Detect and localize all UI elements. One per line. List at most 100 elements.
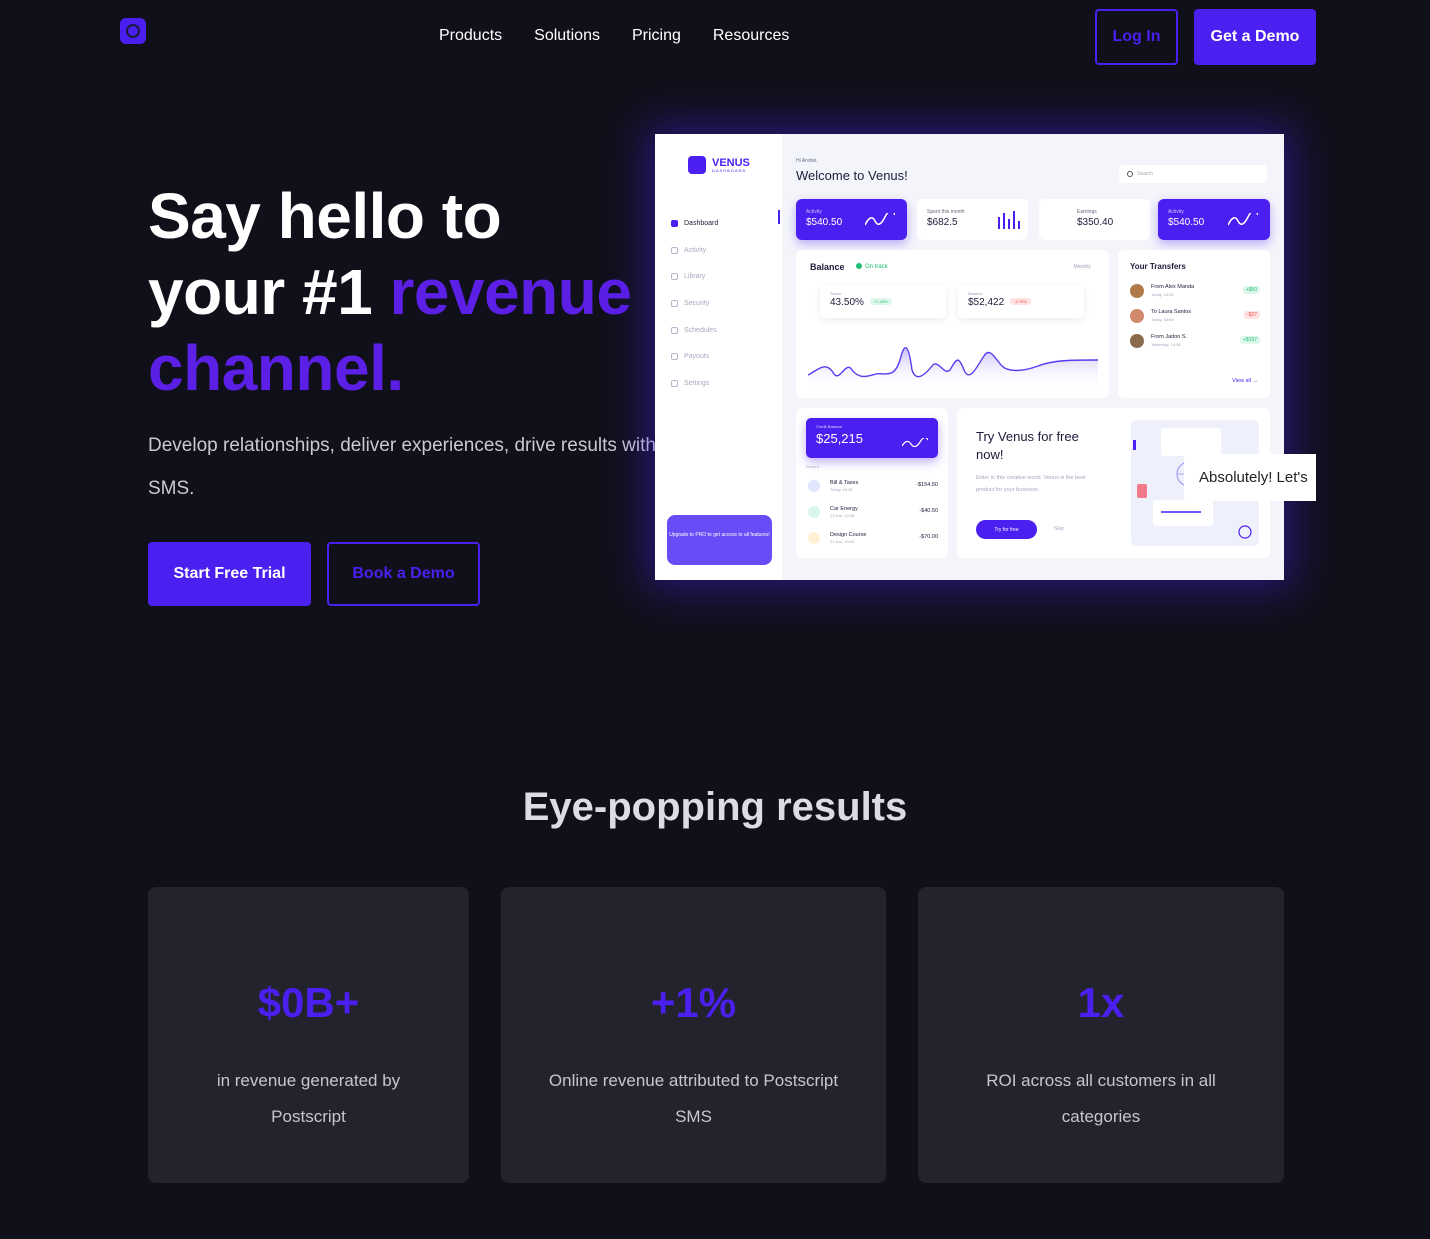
try-free-button: Try for free <box>976 520 1037 539</box>
recent-item: Bill & Taxes Today, 16:36 -$154.50 <box>808 478 938 498</box>
result-description: ROI across all customers in all categori… <box>986 1071 1216 1126</box>
menu-label: Dashboard <box>684 219 719 227</box>
hero-title-accent: revenue <box>389 256 632 328</box>
try-text: Enter in this creative world. Venus is t… <box>976 475 1086 493</box>
transfer-amount: +$50 <box>1242 286 1260 294</box>
bill-icon <box>808 480 820 492</box>
menu-label: Schedules <box>684 326 717 334</box>
start-free-trial-button[interactable]: Start Free Trial <box>148 542 311 606</box>
credit-label: Credit Balance <box>816 424 843 429</box>
transfer-name: From Alex Manda <box>1151 284 1195 290</box>
credit-balance-card: Credit Balance $25,215 <box>806 418 938 458</box>
recent-name: Car Energy <box>830 506 858 512</box>
transfers-title: Your Transfers <box>1130 262 1186 271</box>
hero-subtitle: Develop relationships, deliver experienc… <box>148 435 656 499</box>
dashboard-preview: VENUS DASHBOARD Dashboard Activity Libra… <box>655 134 1284 580</box>
hero-title-line3: channel. <box>148 332 404 404</box>
result-number: +1% <box>650 979 737 1026</box>
chat-tooltip: Absolutely! Let's <box>1184 454 1316 501</box>
calendar-icon <box>671 326 678 334</box>
recent-item: Car Energy 23 Jun, 13:06 -$40.50 <box>808 504 938 524</box>
result-description: in revenue generated by Postscript <box>216 1071 401 1126</box>
stat-card: Activity $540.50 <box>1158 199 1270 240</box>
recent-amount: -$40.50 <box>919 508 938 514</box>
activity-icon <box>671 246 678 254</box>
recent-time: Today, 16:36 <box>830 487 853 492</box>
nav-link-resources[interactable]: Resources <box>713 27 789 45</box>
menu-label: Activity <box>684 246 707 254</box>
menu-item-payouts: Payouts <box>671 343 718 370</box>
venus-logo-icon <box>688 156 706 174</box>
hero-title: Say hello to your #1 revenue channel. <box>148 178 668 406</box>
recent-time: 23 Jun, 13:06 <box>830 513 855 518</box>
get-demo-button[interactable]: Get a Demo <box>1194 9 1316 65</box>
transfer-amount: -$27 <box>1243 311 1260 319</box>
view-all-label: View all <box>1232 378 1251 384</box>
balance-chip: -4.75% <box>1010 298 1031 305</box>
recent-label: Recent <box>806 464 819 469</box>
upgrade-banner: Upgrade to PRO to get access to all feat… <box>667 515 772 565</box>
dashboard-brand: VENUS DASHBOARD <box>688 156 750 174</box>
payout-icon <box>671 353 678 361</box>
recent-amount: -$70.00 <box>919 534 938 540</box>
menu-item-security: Security <box>671 290 718 317</box>
balance-line-chart <box>808 347 1098 390</box>
course-icon <box>808 532 820 544</box>
avatar <box>1130 284 1144 298</box>
result-number: 1x <box>1077 979 1125 1026</box>
grid-icon <box>671 219 678 227</box>
nav-link-pricing[interactable]: Pricing <box>632 27 681 45</box>
login-button[interactable]: Log In <box>1095 9 1178 65</box>
dashboard-greeting: Hi Andrei, <box>796 158 818 164</box>
transfer-item: To Laura Santos Today, 08:49 -$27 <box>1130 307 1260 327</box>
menu-label: Security <box>684 299 710 307</box>
saves-value: 43.50% <box>830 297 864 308</box>
gear-icon <box>671 379 678 387</box>
logo-icon[interactable] <box>120 18 146 44</box>
library-icon <box>671 273 678 281</box>
book-demo-button[interactable]: Book a Demo <box>327 542 480 606</box>
skip-link: Skip <box>1054 526 1064 532</box>
transfer-amount: +$157 <box>1239 336 1260 344</box>
stat-card: Activity $540.50 <box>796 199 907 240</box>
results-title: Eye-popping results <box>522 785 908 829</box>
nav-link-products[interactable]: Products <box>439 27 502 45</box>
transfer-time: Today, 16:36 <box>1151 292 1174 297</box>
transfer-item: From Jadon S. Yesterday, 14:36 +$157 <box>1130 332 1260 352</box>
menu-item-dashboard: Dashboard <box>671 210 718 237</box>
menu-label: Library <box>684 273 706 281</box>
menu-label: Payouts <box>684 353 710 361</box>
menu-label: Settings <box>684 379 710 387</box>
credit-card: Credit Balance $25,215 Recent Bill & Tax… <box>796 408 948 558</box>
hero-title-line2: your #1 <box>148 256 390 328</box>
try-title: Try Venus for free now! <box>976 429 1079 462</box>
result-card: +1% Online revenue attributed to Postscr… <box>501 887 886 1183</box>
nav-link-solutions[interactable]: Solutions <box>534 27 600 45</box>
menu-item-library: Library <box>671 263 718 290</box>
transfers-card: Your Transfers From Alex Manda Today, 16… <box>1118 250 1270 398</box>
dashboard-sidebar: VENUS DASHBOARD Dashboard Activity Libra… <box>655 134 782 580</box>
saves-chip: +2.45% <box>869 298 892 305</box>
avatar <box>1130 309 1144 323</box>
menu-item-activity: Activity <box>671 237 718 264</box>
saves-card: Saves 43.50% +2.45% <box>820 286 946 318</box>
brand-name: VENUS <box>712 156 750 169</box>
shield-icon <box>671 299 678 307</box>
recent-item: Design Course 21 Jun, 19:04 -$70.00 <box>808 530 938 550</box>
bar-chart-icon <box>998 211 1020 229</box>
stat-card: Spent this month $682.5 <box>917 199 1028 240</box>
result-card: 1x ROI across all customers in all categ… <box>918 887 1284 1183</box>
balance-title: Balance <box>810 262 845 272</box>
recent-name: Bill & Taxes <box>830 480 859 486</box>
recent-amount: -$154.50 <box>916 482 938 488</box>
dashboard-menu: Dashboard Activity Library Security Sche… <box>671 210 718 397</box>
transfer-time: Yesterday, 14:36 <box>1151 342 1181 347</box>
result-card: $0B+ in revenue generated by Postscript <box>148 887 469 1183</box>
brand-sub: DASHBOARD <box>712 167 747 173</box>
stat-card: Earnings $350.40 <box>1039 199 1150 240</box>
balance-period: Monthly <box>1073 264 1091 270</box>
dashboard-welcome: Welcome to Venus! <box>796 168 908 183</box>
result-number: $0B+ <box>257 979 360 1026</box>
balance-mini-card: Balance $52,422 -4.75% <box>958 286 1084 318</box>
menu-item-schedules: Schedules <box>671 317 718 344</box>
